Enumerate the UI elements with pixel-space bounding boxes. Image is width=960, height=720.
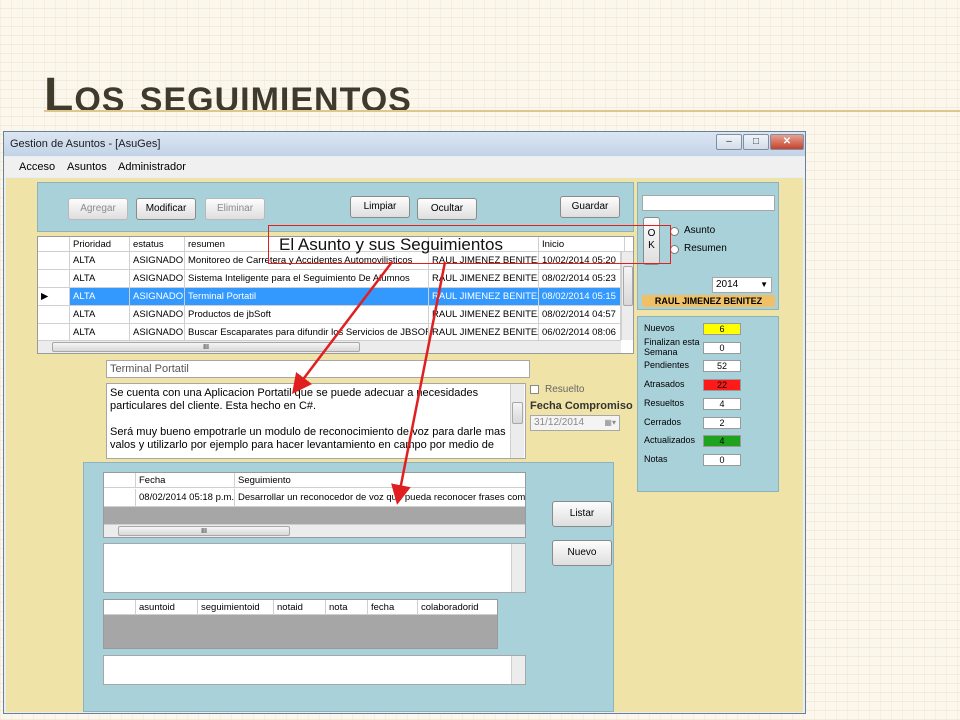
annotation-arrows xyxy=(291,261,447,505)
arrow-to-descripcion xyxy=(291,261,393,394)
arrow-to-seguimiento xyxy=(391,261,447,505)
